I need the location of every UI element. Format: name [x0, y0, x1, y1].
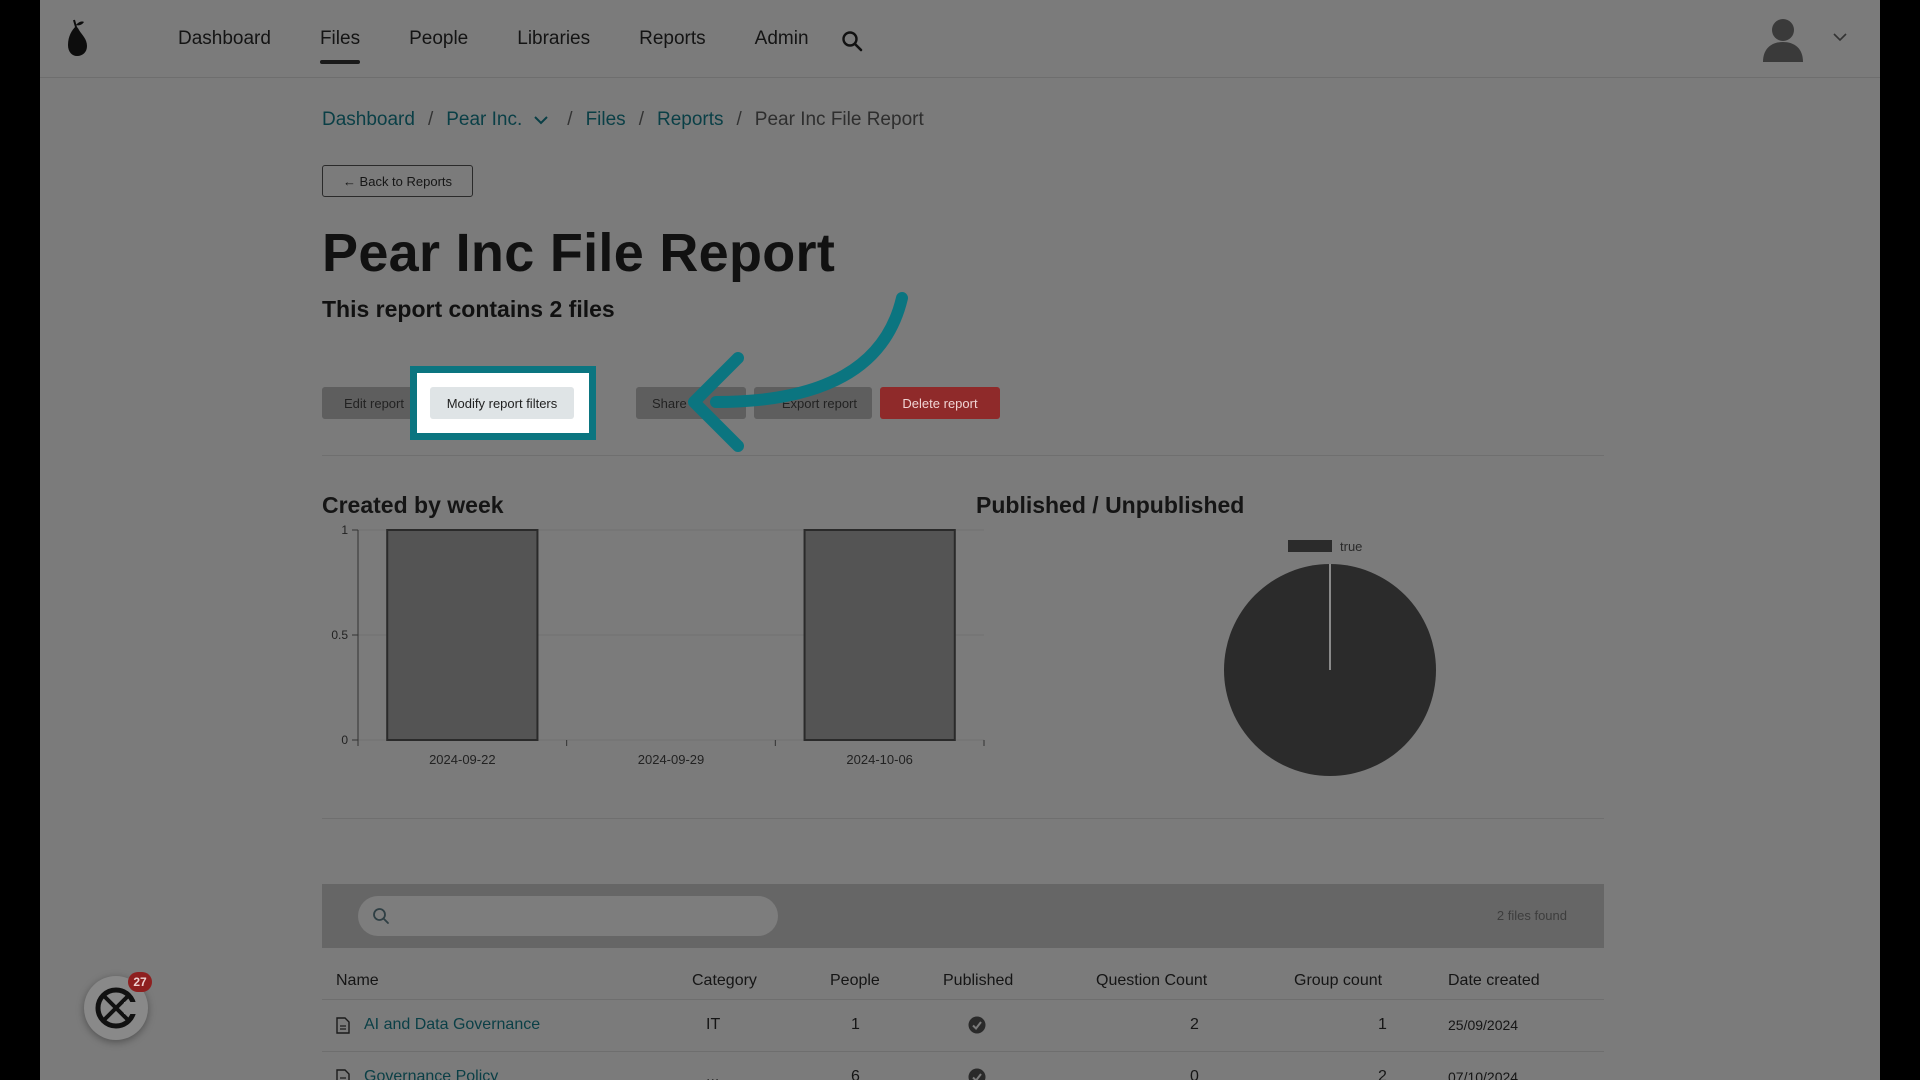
nav-reports[interactable]: Reports — [639, 0, 706, 78]
cell-date-created: 25/09/2024 — [1448, 1017, 1519, 1033]
files-found-count: 2 files found — [1496, 908, 1567, 923]
breadcrumb-files[interactable]: Files — [586, 109, 626, 131]
breadcrumb-dashboard[interactable]: Dashboard — [322, 109, 415, 131]
app-window: Dashboard Files People Libraries Reports… — [40, 0, 1880, 1080]
search-input[interactable] — [398, 896, 768, 936]
breadcrumb: Dashboard / Pear Inc. / Files / Reports … — [322, 108, 924, 132]
cell-date-created: 07/10/2024 — [1448, 1069, 1519, 1080]
cell-group-count: 1 — [1378, 1016, 1387, 1033]
x-tick-label: 2024-09-29 — [638, 752, 705, 767]
cell-people: 6 — [851, 1068, 860, 1080]
file-icon — [336, 1069, 350, 1080]
table-toolbar: 2 files found — [322, 884, 1604, 948]
breadcrumb-reports[interactable]: Reports — [657, 109, 724, 131]
modify-report-filters-button[interactable]: Modify report filters — [430, 387, 574, 419]
top-nav: Dashboard Files People Libraries Reports… — [40, 0, 1880, 78]
table-row[interactable]: Governance Policy ... 6 0 2 07/10/2024 — [322, 1052, 1604, 1080]
file-name-link[interactable]: Governance Policy — [364, 1068, 498, 1080]
cell-category: ... — [706, 1068, 720, 1080]
file-name-link[interactable]: AI and Data Governance — [364, 1016, 540, 1034]
pear-logo-icon[interactable] — [62, 18, 90, 58]
published-unpublished-title: Published / Unpublished — [976, 492, 1245, 518]
chevron-down-icon[interactable] — [1833, 32, 1847, 42]
col-question-count[interactable]: Question Count — [1096, 972, 1207, 990]
chevron-down-icon[interactable] — [534, 115, 548, 125]
page-subtitle: This report contains 2 files — [322, 296, 615, 322]
bar — [386, 529, 539, 741]
breadcrumb-separator: / — [567, 109, 573, 130]
col-date-created[interactable]: Date created — [1448, 972, 1540, 990]
check-circle-icon — [968, 1016, 986, 1034]
col-group-count[interactable]: Group count — [1294, 972, 1382, 990]
nav-files[interactable]: Files — [319, 0, 361, 78]
nav-libraries[interactable]: Libraries — [517, 0, 590, 78]
x-tick-label: 2024-10-06 — [846, 752, 913, 767]
created-by-week-chart: 0 0.5 1 2024-09-22 2024-09-29 2024-10-06 — [331, 524, 985, 767]
breadcrumb-org[interactable]: Pear Inc. — [446, 109, 522, 131]
breadcrumb-separator: / — [638, 109, 644, 130]
y-tick-label: 0 — [341, 733, 348, 747]
notification-badge: 27 — [128, 972, 152, 992]
section-divider — [322, 818, 1604, 819]
x-tick-label: 2024-09-22 — [429, 752, 496, 767]
cell-people: 1 — [851, 1016, 860, 1033]
legend-label: true — [1340, 539, 1362, 554]
breadcrumb-separator: / — [427, 109, 434, 130]
breadcrumb-separator: / — [736, 109, 742, 130]
search-icon — [373, 908, 389, 924]
search-field — [358, 896, 778, 936]
table-header: Name Category People Published Question … — [322, 960, 1604, 1000]
created-by-week-title: Created by week — [322, 492, 504, 518]
page-title: Pear Inc File Report — [322, 223, 836, 283]
legend-swatch — [1288, 540, 1332, 552]
cell-group-count: 2 — [1378, 1068, 1387, 1080]
col-category[interactable]: Category — [692, 972, 757, 990]
bar — [803, 529, 956, 741]
cell-category: IT — [706, 1016, 721, 1033]
nav-links: Dashboard Files People Libraries Reports… — [178, 0, 858, 78]
cell-question-count: 0 — [1190, 1068, 1199, 1080]
col-published[interactable]: Published — [943, 972, 1013, 990]
cell-question-count: 2 — [1190, 1016, 1199, 1033]
nav-admin[interactable]: Admin — [755, 0, 809, 78]
col-people[interactable]: People — [830, 972, 880, 990]
back-to-reports-button[interactable]: ← Back to Reports — [322, 165, 473, 197]
search-icon[interactable] — [840, 29, 864, 53]
y-tick-label: 1 — [341, 524, 348, 537]
col-name[interactable]: Name — [336, 972, 379, 990]
section-divider — [322, 455, 1604, 456]
nav-dashboard[interactable]: Dashboard — [178, 0, 271, 78]
nav-people[interactable]: People — [409, 0, 468, 78]
table-row[interactable]: AI and Data Governance IT 1 2 1 25/09/20… — [322, 1000, 1604, 1052]
y-tick-label: 0.5 — [331, 628, 348, 642]
breadcrumb-current: Pear Inc File Report — [754, 109, 924, 130]
check-circle-icon — [968, 1068, 986, 1080]
published-pie-chart: true — [1224, 539, 1436, 776]
avatar-icon[interactable] — [1762, 16, 1804, 62]
arrow-annotation-icon — [688, 292, 908, 452]
file-icon — [336, 1017, 350, 1034]
